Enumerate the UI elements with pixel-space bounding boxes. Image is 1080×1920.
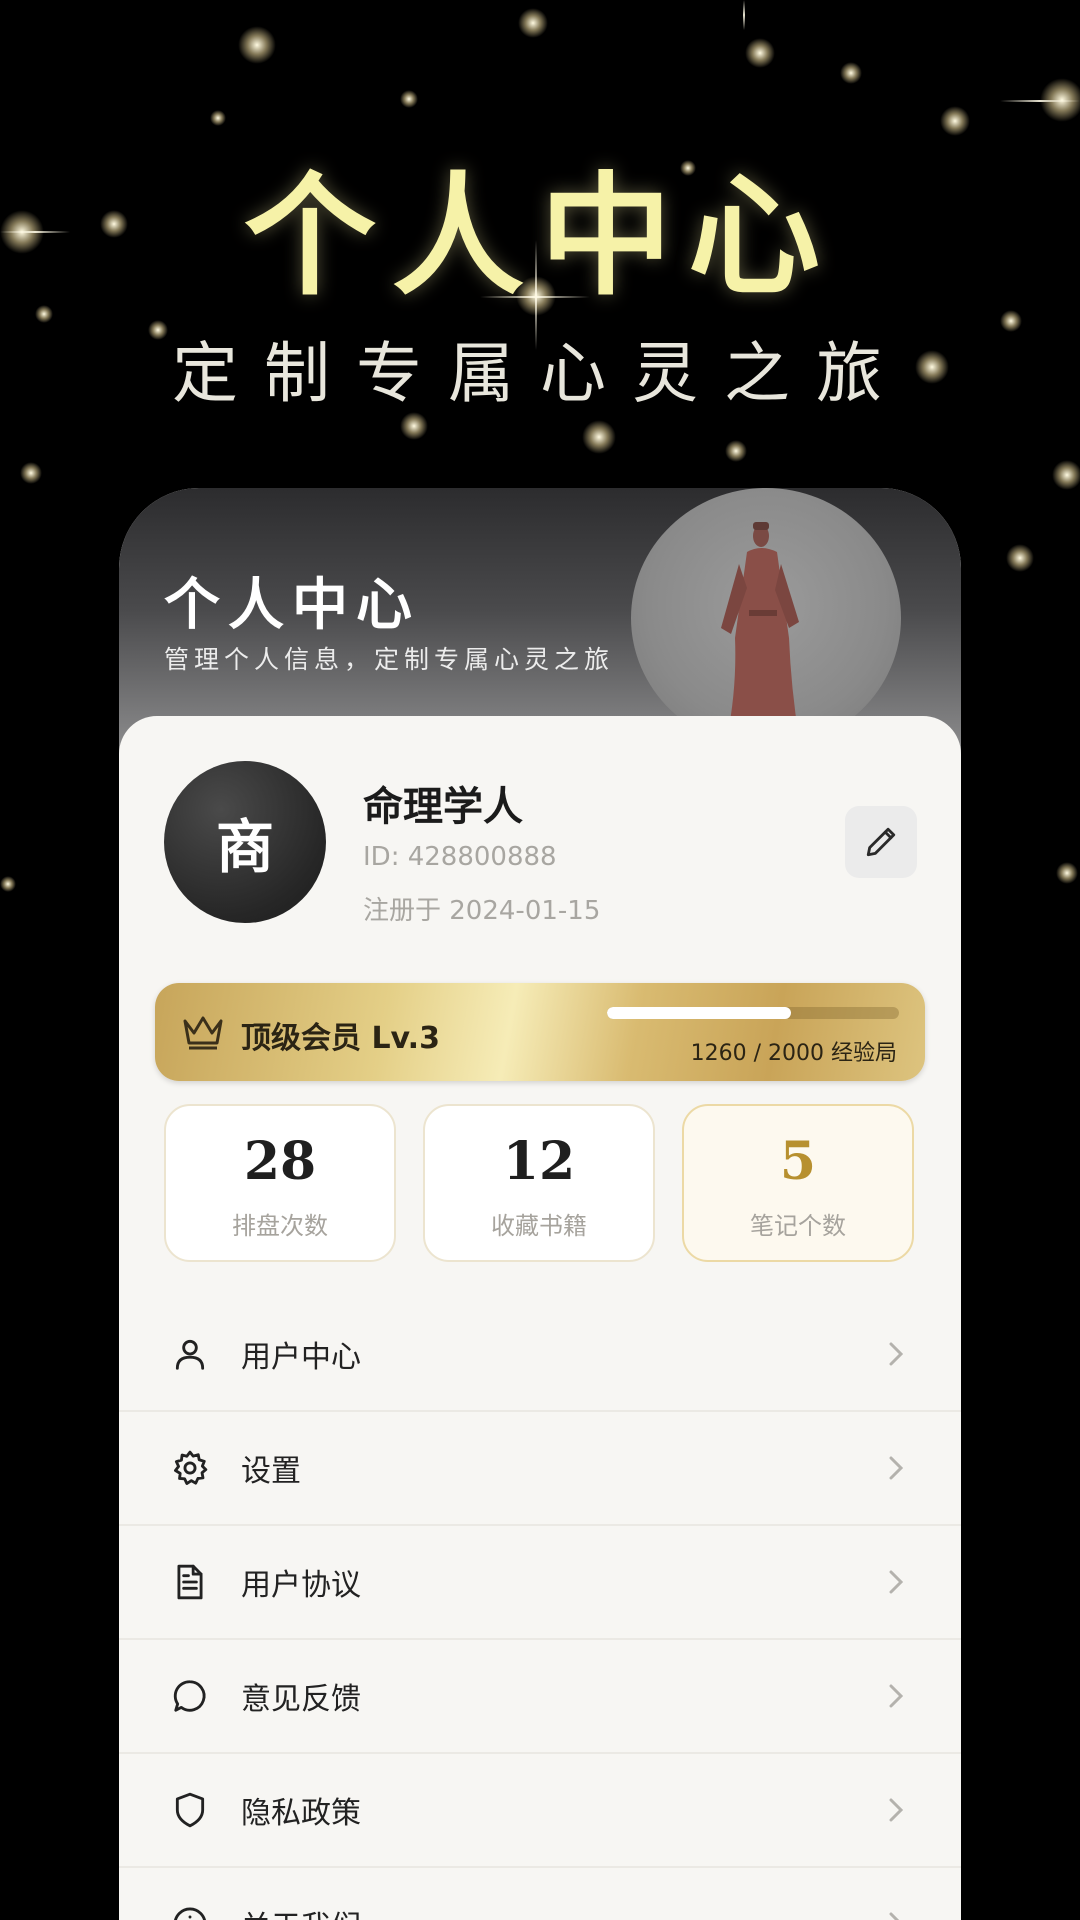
star (745, 38, 775, 68)
avatar-initial: 商 (215, 813, 274, 881)
crown-icon (183, 1016, 223, 1050)
star-flare (743, 0, 745, 30)
star (840, 62, 862, 84)
scholar-figure-illustration (721, 522, 799, 738)
star (1056, 862, 1078, 884)
profile-sheet: 商 命理学人 ID: 428800888 注册于 2024-01-15 顶级会员… (119, 716, 961, 1920)
edit-profile-button[interactable] (845, 806, 917, 878)
chat-icon (173, 1680, 206, 1712)
star (582, 420, 616, 454)
stat-value: 28 (243, 1131, 317, 1192)
star-flare (1000, 100, 1080, 102)
user-id: ID: 428800888 (363, 842, 557, 872)
experience-progress-text: 1260 / 2000 经验局 (690, 1041, 897, 1066)
vip-level-label: 顶级会员 Lv.3 (241, 1021, 440, 1056)
chevron-right-icon (889, 1456, 904, 1480)
stat-card-charts[interactable]: 28 排盘次数 (164, 1104, 396, 1262)
star (0, 876, 16, 892)
stat-label: 排盘次数 (232, 1212, 328, 1240)
star (238, 26, 276, 64)
star (518, 8, 548, 38)
stat-label: 笔记个数 (750, 1212, 846, 1240)
menu-item-about-us[interactable]: 关于我们 (119, 1868, 961, 1920)
menu-label: 意见反馈 (241, 1682, 361, 1717)
menu-label: 用户协议 (241, 1568, 361, 1603)
pencil-icon (866, 827, 896, 857)
menu-item-feedback[interactable]: 意见反馈 (119, 1640, 961, 1754)
user-icon (175, 1339, 205, 1370)
stat-label: 收藏书籍 (491, 1212, 587, 1240)
vip-membership-card[interactable]: 顶级会员 Lv.3 1260 / 2000 经验局 (155, 983, 925, 1081)
hero-subtitle: 定制专属心灵之旅 (172, 335, 908, 412)
chevron-right-icon (889, 1798, 904, 1822)
star (20, 462, 42, 484)
document-icon (177, 1564, 203, 1600)
menu-label: 隐私政策 (241, 1796, 361, 1831)
info-icon (174, 1907, 206, 1920)
menu-label: 用户中心 (241, 1340, 361, 1375)
header-subtitle: 管理个人信息，定制专属心灵之旅 (164, 645, 615, 674)
user-name: 命理学人 (363, 783, 523, 830)
menu-item-settings[interactable]: 设置 (119, 1412, 961, 1526)
chevron-right-icon (889, 1342, 904, 1366)
stat-value: 5 (779, 1131, 817, 1192)
experience-progress-bar (607, 1007, 899, 1019)
shield-icon (175, 1792, 205, 1828)
hero-title: 个人中心 (244, 160, 836, 314)
stat-card-bookmarks[interactable]: 12 收藏书籍 (423, 1104, 655, 1262)
chevron-right-icon (889, 1912, 900, 1920)
star (1006, 544, 1034, 572)
screen: 个人中心 定制专属心灵之旅 个人中心 管理个人信息，定制专属心灵之旅 商 命理学… (0, 0, 1080, 1920)
gear-icon (174, 1450, 208, 1485)
settings-menu: 用户中心 设置 用户协议 意见反馈 隐私政策 (119, 1298, 961, 1920)
star (400, 412, 428, 440)
star (725, 440, 747, 462)
stat-value: 12 (502, 1131, 576, 1192)
menu-item-user-agreement[interactable]: 用户协议 (119, 1526, 961, 1640)
menu-item-privacy-policy[interactable]: 隐私政策 (119, 1754, 961, 1868)
registration-date: 注册于 2024-01-15 (363, 896, 601, 926)
chevron-right-icon (889, 1684, 904, 1708)
menu-label: 关于我们 (241, 1902, 361, 1920)
experience-progress-fill (607, 1007, 791, 1019)
star (210, 110, 226, 126)
header-title: 个人中心 (164, 573, 420, 638)
menu-item-user-center[interactable]: 用户中心 (119, 1298, 961, 1412)
avatar[interactable]: 商 (164, 761, 326, 923)
star (1052, 460, 1080, 490)
chevron-right-icon (889, 1570, 904, 1594)
menu-label: 设置 (241, 1454, 301, 1489)
star (400, 90, 418, 108)
phone-mockup: 个人中心 管理个人信息，定制专属心灵之旅 商 命理学人 ID: 42880088… (119, 488, 961, 1920)
stat-card-notes[interactable]: 5 笔记个数 (682, 1104, 914, 1262)
